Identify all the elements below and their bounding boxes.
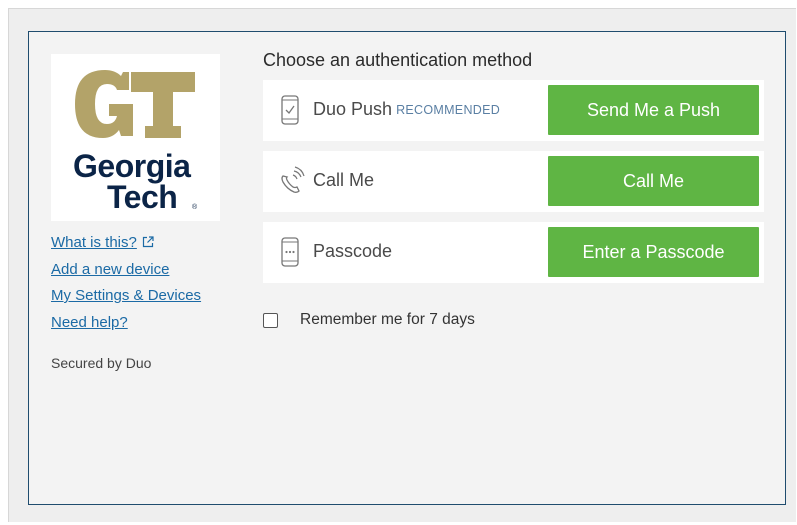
enter-a-passcode-button[interactable]: Enter a Passcode	[548, 227, 759, 277]
method-label-passcode: Passcode	[313, 241, 393, 261]
gt-monogram-icon	[75, 70, 195, 138]
phone-call-icon	[277, 166, 305, 196]
remember-me-checkbox[interactable]	[263, 313, 278, 328]
remember-me-label: Remember me for 7 days	[300, 311, 475, 328]
georgia-tech-logo: Georgia Tech ®	[51, 54, 220, 221]
method-row-passcode: Passcode Enter a Passcode	[263, 222, 764, 283]
what-is-this-label: What is this?	[51, 234, 137, 251]
external-link-icon	[142, 234, 154, 254]
add-new-device-link[interactable]: Add a new device	[51, 260, 201, 287]
secured-by-duo: Secured by Duo	[51, 355, 152, 371]
method-label-duo-push: Duo Push RECOMMENDED	[313, 99, 500, 120]
what-is-this-link[interactable]: What is this?	[51, 233, 201, 260]
recommended-badge: RECOMMENDED	[396, 103, 501, 117]
auth-method-heading: Choose an authentication method	[263, 50, 533, 70]
method-row-call-me: Call Me Call Me	[263, 151, 764, 212]
need-help-link[interactable]: Need help?	[51, 313, 201, 340]
logo-text-tech: Tech	[107, 179, 178, 215]
sidebar-links: What is this? Add a new device My Settin…	[51, 233, 201, 339]
logo-text-georgia: Georgia	[73, 148, 191, 184]
trademark-symbol: ®	[192, 204, 198, 211]
passcode-device-icon	[277, 237, 303, 267]
send-me-a-push-button[interactable]: Send Me a Push	[548, 85, 759, 135]
method-label-call-me: Call Me	[313, 170, 375, 190]
call-me-button[interactable]: Call Me	[548, 156, 759, 206]
phone-check-icon	[277, 95, 303, 125]
method-row-duo-push: Duo Push RECOMMENDED Send Me a Push	[263, 80, 764, 141]
my-settings-devices-link[interactable]: My Settings & Devices	[51, 286, 201, 313]
duo-push-text: Duo Push	[313, 99, 393, 119]
